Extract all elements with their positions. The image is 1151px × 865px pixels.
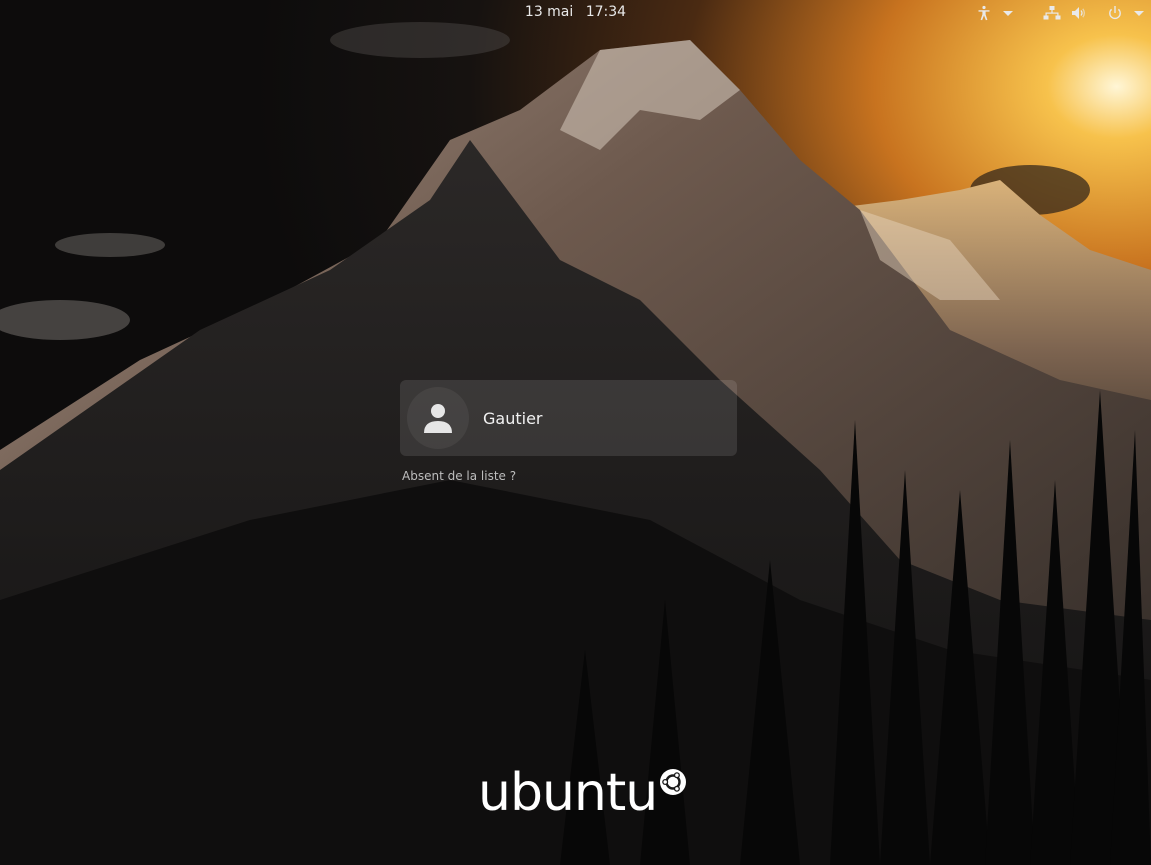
login-screen: 13 mai 17:34 Gautier Absent de la liste … — [0, 0, 1151, 865]
not-listed-link[interactable]: Absent de la liste ? — [402, 469, 516, 483]
date-label: 13 mai — [524, 4, 574, 20]
system-menu[interactable] — [1043, 3, 1145, 23]
circle-of-friends-icon — [660, 769, 687, 795]
accessibility-menu[interactable] — [976, 3, 1014, 23]
user-list-item[interactable]: Gautier — [400, 380, 737, 456]
network-icon — [1043, 6, 1061, 20]
logo-text: ubuntu — [478, 763, 658, 823]
user-avatar-icon — [424, 404, 452, 433]
chevron-down-icon — [1134, 11, 1144, 16]
accessibility-icon — [978, 5, 990, 21]
time-label: 17:34 — [585, 4, 627, 20]
top-panel: 13 mai 17:34 — [0, 0, 1151, 26]
chevron-down-icon — [1003, 11, 1013, 16]
user-name: Gautier — [483, 408, 543, 428]
power-icon — [1109, 6, 1121, 20]
ubuntu-logo: ubuntu — [478, 763, 687, 823]
volume-icon — [1072, 7, 1086, 19]
avatar — [407, 387, 469, 449]
